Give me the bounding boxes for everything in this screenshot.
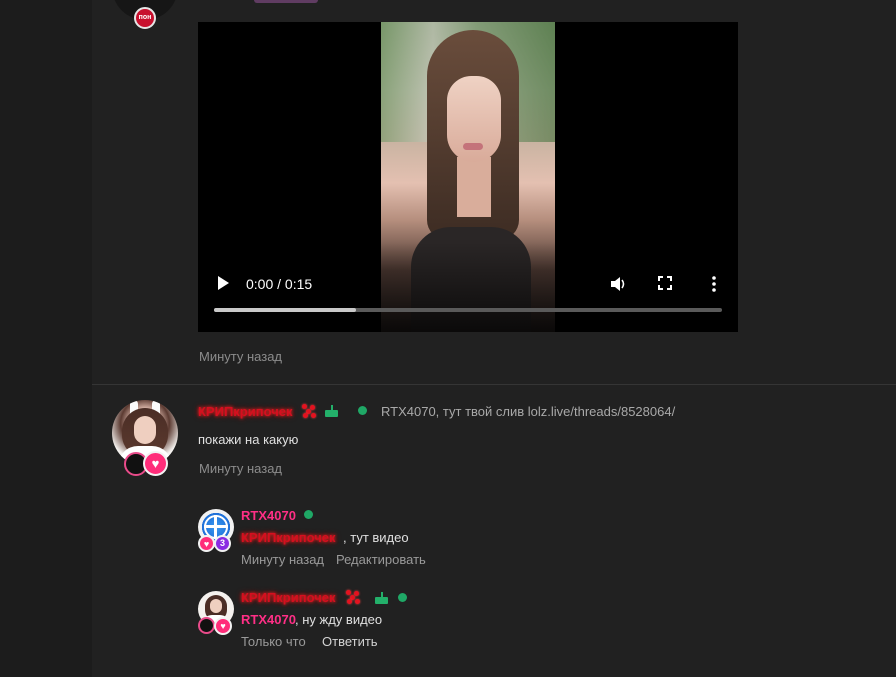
reply-text: , ну жду видео (295, 612, 383, 627)
user-badge-icon (198, 617, 215, 634)
play-icon[interactable] (218, 276, 229, 290)
heart-icon: ♥ (143, 451, 168, 476)
count-badge: 3 (214, 535, 231, 552)
comment-timestamp[interactable]: Минуту назад (199, 461, 282, 476)
reply-text: , тут видео (343, 530, 409, 545)
heart-icon: ♥ (198, 535, 215, 552)
top-post-badge-icon: пон (134, 7, 156, 29)
top-post-timestamp[interactable]: Минуту назад (199, 349, 282, 364)
reply-timestamp[interactable]: Только что (241, 634, 306, 649)
dots-icon (302, 404, 316, 418)
online-indicator (304, 510, 313, 519)
edit-button[interactable]: Редактировать (336, 552, 426, 567)
video-progress-fill (214, 308, 357, 312)
reply-author[interactable]: КРИПкрипочек (241, 590, 336, 605)
video-time: 0:00 / 0:15 (246, 276, 313, 292)
online-indicator (398, 593, 407, 602)
birthday-cake-icon (325, 405, 338, 417)
divider (92, 384, 896, 385)
online-indicator (358, 406, 367, 415)
comment-text: покажи на какую (198, 432, 299, 447)
reply-mention[interactable]: RTX4070 (241, 612, 296, 627)
dots-icon (346, 590, 360, 604)
more-options-icon[interactable] (711, 276, 717, 292)
volume-icon[interactable] (609, 275, 627, 293)
comment-reply-to[interactable]: RTX4070, тут твой слив lolz.live/threads… (381, 404, 675, 419)
heart-icon: ♥ (214, 617, 232, 635)
video-progress-bar[interactable] (214, 308, 722, 312)
left-background (0, 0, 92, 677)
birthday-cake-icon (375, 592, 388, 604)
comment-author[interactable]: КРИПкрипочек (198, 404, 293, 419)
reply-button[interactable]: Ответить (322, 634, 378, 649)
reply-mention[interactable]: КРИПкрипочек (241, 530, 336, 545)
reply-timestamp[interactable]: Минуту назад (241, 552, 324, 567)
reply-author[interactable]: RTX4070 (241, 508, 296, 523)
top-post-author-fragment[interactable] (254, 0, 318, 3)
fullscreen-icon[interactable] (658, 276, 672, 290)
